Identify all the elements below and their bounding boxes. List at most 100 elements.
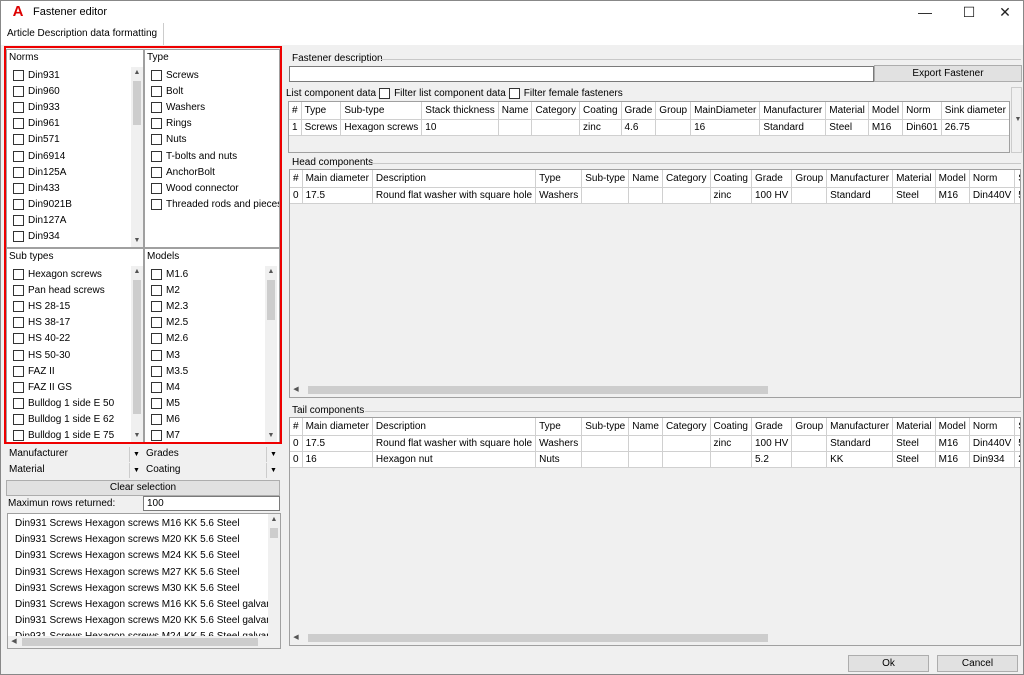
subtypes-scrollbar[interactable]: ▲ ▼ <box>131 266 143 442</box>
model-item[interactable]: M1.6 <box>147 266 265 282</box>
table-cell[interactable]: Round flat washer with square hole <box>372 435 537 452</box>
model-item[interactable]: M3 <box>147 347 265 363</box>
column-header[interactable]: Main diameter <box>302 170 373 188</box>
subtype-item[interactable]: HS 50-30 <box>9 347 131 363</box>
scroll-up-icon[interactable]: ▲ <box>265 266 277 278</box>
list-component-scrollbar[interactable]: ▼ <box>1011 87 1022 153</box>
table-cell[interactable]: Din601 <box>902 119 942 136</box>
checkbox[interactable] <box>151 69 162 81</box>
subtype-item[interactable]: FAZ II <box>9 363 131 379</box>
checkbox[interactable] <box>151 317 162 329</box>
column-header[interactable]: Material <box>825 102 869 120</box>
close-button[interactable]: ✕ <box>983 1 1024 23</box>
norm-item[interactable]: Din934 <box>9 229 129 245</box>
table-cell[interactable]: 17.5 <box>302 187 373 204</box>
table-row[interactable]: 0 17.5 Round flat washer with square hole W… <box>290 435 1020 452</box>
scroll-left-icon[interactable]: ◀ <box>290 632 302 644</box>
column-header[interactable]: Norm <box>902 102 942 120</box>
models-scrollbar[interactable]: ▲ ▼ <box>265 266 277 442</box>
column-header[interactable]: Coating <box>710 170 752 188</box>
table-cell[interactable]: 16 <box>302 451 373 468</box>
norm-item[interactable]: Din127A <box>9 213 129 229</box>
norm-item[interactable]: Din125A <box>9 164 129 180</box>
model-item[interactable]: M2 <box>147 282 265 298</box>
model-item[interactable]: M2.6 <box>147 331 265 347</box>
table-cell[interactable] <box>531 119 581 136</box>
column-header[interactable]: Name <box>628 418 663 436</box>
table-cell[interactable]: Steel <box>892 187 936 204</box>
column-header[interactable]: Group <box>791 170 828 188</box>
column-header[interactable]: Material <box>892 170 936 188</box>
column-header[interactable]: Main diameter <box>302 418 373 436</box>
checkbox[interactable] <box>13 317 24 329</box>
norm-item[interactable]: Din961 <box>9 116 129 132</box>
checkbox[interactable] <box>13 333 24 345</box>
scroll-down-icon[interactable]: ▼ <box>131 235 143 247</box>
table-cell[interactable]: Din934 <box>969 451 1016 468</box>
table-cell[interactable] <box>628 435 663 452</box>
table-cell[interactable]: 56 <box>1014 435 1020 452</box>
column-header[interactable]: Sub-type <box>581 418 630 436</box>
table-cell[interactable] <box>662 435 711 452</box>
checkbox[interactable] <box>13 300 24 312</box>
checkbox[interactable] <box>151 101 162 113</box>
table-cell[interactable] <box>628 187 663 204</box>
model-item[interactable]: M2.3 <box>147 298 265 314</box>
column-header[interactable]: Type <box>535 418 583 436</box>
table-cell[interactable]: Washers <box>535 435 583 452</box>
column-header[interactable]: Manufacturer <box>826 418 894 436</box>
subtype-item[interactable]: HS 38-17 <box>9 315 131 331</box>
table-cell[interactable]: 0 <box>290 187 303 204</box>
checkbox[interactable] <box>13 166 24 178</box>
column-header[interactable]: Model <box>868 102 904 120</box>
checkbox[interactable] <box>13 182 24 194</box>
scroll-thumb[interactable] <box>308 386 768 394</box>
checkbox[interactable] <box>13 430 24 442</box>
checkbox[interactable] <box>151 398 162 410</box>
checkbox[interactable] <box>13 118 24 130</box>
table-cell[interactable]: Steel <box>825 119 869 136</box>
ok-button[interactable]: Ok <box>848 655 929 672</box>
table-cell[interactable]: Standard <box>826 187 894 204</box>
filter-female-checkbox[interactable] <box>508 87 520 99</box>
checkbox[interactable] <box>151 85 162 97</box>
model-item[interactable]: M3.5 <box>147 363 265 379</box>
checkbox[interactable] <box>13 381 24 393</box>
column-header[interactable]: Sub-type <box>340 102 423 120</box>
checkbox[interactable] <box>13 284 24 296</box>
table-cell[interactable]: M16 <box>868 119 904 136</box>
table-cell[interactable]: Steel <box>892 451 936 468</box>
manufacturer-combo[interactable]: Manufacturer ▼ <box>6 447 143 462</box>
type-item[interactable]: Nuts <box>147 132 279 148</box>
norm-item[interactable]: Din6914 <box>9 148 129 164</box>
subtype-item[interactable]: Bulldog 1 side E 75 <box>9 428 131 442</box>
column-header[interactable]: Grade <box>621 102 657 120</box>
table-cell[interactable]: Din440V <box>969 187 1016 204</box>
checkbox[interactable] <box>13 365 24 377</box>
scroll-thumb[interactable] <box>133 280 141 414</box>
result-item[interactable]: Din931 Screws Hexagon screws M24 KK 5.6 … <box>8 548 266 564</box>
scroll-up-icon[interactable]: ▲ <box>268 514 280 526</box>
table-cell[interactable]: Hexagon screws <box>340 119 423 136</box>
scroll-down-icon[interactable]: ▼ <box>265 430 277 442</box>
table-cell[interactable]: 0 <box>290 451 303 468</box>
checkbox[interactable] <box>13 398 24 410</box>
table-cell[interactable]: 4.6 <box>621 119 657 136</box>
column-header[interactable]: # <box>290 418 303 436</box>
table-cell[interactable] <box>791 435 828 452</box>
chevron-down-icon[interactable]: ▼ <box>1012 114 1024 126</box>
scroll-up-icon[interactable]: ▲ <box>131 67 143 79</box>
column-header[interactable]: Sink diameter <box>941 102 1009 120</box>
table-row[interactable]: 0 17.5 Round flat washer with square hole W… <box>290 187 1020 204</box>
column-header[interactable]: Sub-type <box>581 170 630 188</box>
result-item[interactable]: Din931 Screws Hexagon screws M30 KK 5.6 … <box>8 581 266 597</box>
scroll-thumb[interactable] <box>270 528 278 538</box>
table-cell[interactable]: 17.5 <box>302 435 373 452</box>
subtype-item[interactable]: Bulldog 1 side E 50 <box>9 396 131 412</box>
column-header[interactable]: Name <box>628 170 663 188</box>
checkbox[interactable] <box>13 101 24 113</box>
scroll-thumb[interactable] <box>267 280 275 320</box>
table-cell[interactable]: Din440V <box>969 435 1016 452</box>
checkbox[interactable] <box>13 231 24 243</box>
checkbox[interactable] <box>13 215 24 227</box>
